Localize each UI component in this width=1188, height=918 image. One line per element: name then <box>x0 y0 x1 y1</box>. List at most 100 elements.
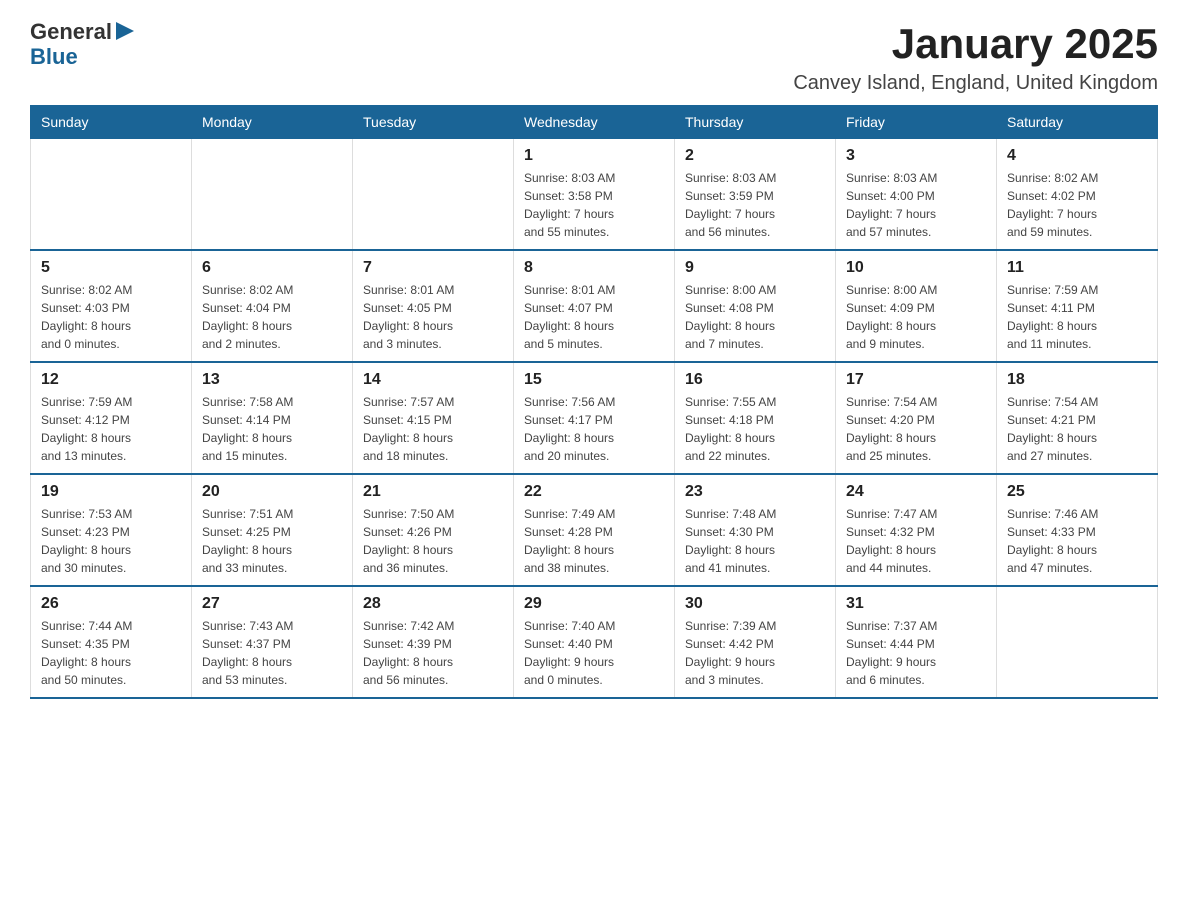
calendar-cell: 7 Sunrise: 8:01 AMSunset: 4:05 PMDaylight… <box>353 250 514 362</box>
day-number: 28 <box>363 595 503 613</box>
day-number: 15 <box>524 371 664 389</box>
calendar-cell: 29 Sunrise: 7:40 AMSunset: 4:40 PMDayligh… <box>514 586 675 698</box>
day-info: Sunrise: 8:03 AMSunset: 3:58 PMDaylight:… <box>524 169 664 241</box>
day-number: 21 <box>363 483 503 501</box>
calendar-cell: 12 Sunrise: 7:59 AMSunset: 4:12 PMDayligh… <box>31 362 192 474</box>
calendar-cell: 18Sunrise: 7:54 AMSunset: 4:21 PMDayligh… <box>997 362 1158 474</box>
calendar-cell: 23 Sunrise: 7:48 AMSunset: 4:30 PMDayligh… <box>675 474 836 586</box>
calendar-cell: 14Sunrise: 7:57 AMSunset: 4:15 PMDayligh… <box>353 362 514 474</box>
day-number: 20 <box>202 483 342 501</box>
day-number: 16 <box>685 371 825 389</box>
day-info: Sunrise: 7:40 AMSunset: 4:40 PMDaylight:… <box>524 617 664 689</box>
title-block: January 2025 Canvey Island, England, Uni… <box>793 20 1158 95</box>
logo-arrow-icon <box>116 22 134 40</box>
day-info: Sunrise: 7:53 AMSunset: 4:23 PMDaylight:… <box>41 505 181 577</box>
calendar-cell: 28Sunrise: 7:42 AMSunset: 4:39 PMDayligh… <box>353 586 514 698</box>
day-info: Sunrise: 7:54 AMSunset: 4:21 PMDaylight:… <box>1007 393 1147 465</box>
day-info: Sunrise: 7:46 AMSunset: 4:33 PMDaylight:… <box>1007 505 1147 577</box>
calendar-cell: 15 Sunrise: 7:56 AMSunset: 4:17 PMDayligh… <box>514 362 675 474</box>
day-number: 31 <box>846 595 986 613</box>
day-info: Sunrise: 7:48 AMSunset: 4:30 PMDaylight:… <box>685 505 825 577</box>
header-friday: Friday <box>836 106 997 139</box>
day-number: 24 <box>846 483 986 501</box>
calendar-cell: 8Sunrise: 8:01 AMSunset: 4:07 PMDaylight… <box>514 250 675 362</box>
day-number: 9 <box>685 259 825 277</box>
logo: General Blue <box>30 20 134 69</box>
calendar-cell: 4 Sunrise: 8:02 AMSunset: 4:02 PMDaylight… <box>997 139 1158 251</box>
calendar-header-row: SundayMondayTuesdayWednesdayThursdayFrid… <box>31 106 1158 139</box>
day-number: 23 <box>685 483 825 501</box>
calendar-cell: 30Sunrise: 7:39 AMSunset: 4:42 PMDayligh… <box>675 586 836 698</box>
week-row-4: 19Sunrise: 7:53 AMSunset: 4:23 PMDayligh… <box>31 474 1158 586</box>
header-saturday: Saturday <box>997 106 1158 139</box>
day-info: Sunrise: 7:57 AMSunset: 4:15 PMDaylight:… <box>363 393 503 465</box>
calendar-cell <box>997 586 1158 698</box>
calendar-cell: 2 Sunrise: 8:03 AMSunset: 3:59 PMDaylight… <box>675 139 836 251</box>
calendar-cell: 17 Sunrise: 7:54 AMSunset: 4:20 PMDayligh… <box>836 362 997 474</box>
calendar-cell: 3 Sunrise: 8:03 AMSunset: 4:00 PMDaylight… <box>836 139 997 251</box>
day-info: Sunrise: 7:54 AMSunset: 4:20 PMDaylight:… <box>846 393 986 465</box>
day-info: Sunrise: 7:39 AMSunset: 4:42 PMDaylight:… <box>685 617 825 689</box>
header-sunday: Sunday <box>31 106 192 139</box>
calendar-cell: 16 Sunrise: 7:55 AMSunset: 4:18 PMDayligh… <box>675 362 836 474</box>
day-number: 29 <box>524 595 664 613</box>
day-number: 3 <box>846 147 986 165</box>
main-title: January 2025 <box>793 20 1158 68</box>
day-info: Sunrise: 8:03 AMSunset: 3:59 PMDaylight:… <box>685 169 825 241</box>
day-info: Sunrise: 8:02 AMSunset: 4:03 PMDaylight:… <box>41 281 181 353</box>
day-info: Sunrise: 8:02 AMSunset: 4:04 PMDaylight:… <box>202 281 342 353</box>
calendar-cell <box>192 139 353 251</box>
day-number: 7 <box>363 259 503 277</box>
day-info: Sunrise: 7:55 AMSunset: 4:18 PMDaylight:… <box>685 393 825 465</box>
week-row-3: 12 Sunrise: 7:59 AMSunset: 4:12 PMDayligh… <box>31 362 1158 474</box>
calendar-cell: 27 Sunrise: 7:43 AMSunset: 4:37 PMDayligh… <box>192 586 353 698</box>
day-info: Sunrise: 8:01 AMSunset: 4:05 PMDaylight:… <box>363 281 503 353</box>
day-info: Sunrise: 8:01 AMSunset: 4:07 PMDaylight:… <box>524 281 664 353</box>
calendar-cell: 26 Sunrise: 7:44 AMSunset: 4:35 PMDayligh… <box>31 586 192 698</box>
day-info: Sunrise: 8:00 AMSunset: 4:08 PMDaylight:… <box>685 281 825 353</box>
calendar-cell: 13Sunrise: 7:58 AMSunset: 4:14 PMDayligh… <box>192 362 353 474</box>
day-info: Sunrise: 7:59 AMSunset: 4:12 PMDaylight:… <box>41 393 181 465</box>
calendar-cell: 5 Sunrise: 8:02 AMSunset: 4:03 PMDaylight… <box>31 250 192 362</box>
day-info: Sunrise: 7:58 AMSunset: 4:14 PMDaylight:… <box>202 393 342 465</box>
day-number: 27 <box>202 595 342 613</box>
subtitle: Canvey Island, England, United Kingdom <box>793 72 1158 95</box>
week-row-2: 5 Sunrise: 8:02 AMSunset: 4:03 PMDaylight… <box>31 250 1158 362</box>
day-number: 1 <box>524 147 664 165</box>
day-info: Sunrise: 8:00 AMSunset: 4:09 PMDaylight:… <box>846 281 986 353</box>
calendar-cell: 6 Sunrise: 8:02 AMSunset: 4:04 PMDaylight… <box>192 250 353 362</box>
calendar-cell <box>353 139 514 251</box>
calendar-cell: 11 Sunrise: 7:59 AMSunset: 4:11 PMDayligh… <box>997 250 1158 362</box>
header-thursday: Thursday <box>675 106 836 139</box>
calendar-cell: 10Sunrise: 8:00 AMSunset: 4:09 PMDayligh… <box>836 250 997 362</box>
week-row-5: 26 Sunrise: 7:44 AMSunset: 4:35 PMDayligh… <box>31 586 1158 698</box>
day-info: Sunrise: 7:43 AMSunset: 4:37 PMDaylight:… <box>202 617 342 689</box>
day-number: 5 <box>41 259 181 277</box>
day-number: 4 <box>1007 147 1147 165</box>
day-number: 2 <box>685 147 825 165</box>
day-info: Sunrise: 7:49 AMSunset: 4:28 PMDaylight:… <box>524 505 664 577</box>
day-info: Sunrise: 8:03 AMSunset: 4:00 PMDaylight:… <box>846 169 986 241</box>
calendar-cell: 22 Sunrise: 7:49 AMSunset: 4:28 PMDayligh… <box>514 474 675 586</box>
day-info: Sunrise: 7:56 AMSunset: 4:17 PMDaylight:… <box>524 393 664 465</box>
day-number: 11 <box>1007 259 1147 277</box>
day-info: Sunrise: 7:37 AMSunset: 4:44 PMDaylight:… <box>846 617 986 689</box>
calendar-cell: 25Sunrise: 7:46 AMSunset: 4:33 PMDayligh… <box>997 474 1158 586</box>
calendar-cell: 9 Sunrise: 8:00 AMSunset: 4:08 PMDaylight… <box>675 250 836 362</box>
day-number: 22 <box>524 483 664 501</box>
day-info: Sunrise: 8:02 AMSunset: 4:02 PMDaylight:… <box>1007 169 1147 241</box>
day-number: 26 <box>41 595 181 613</box>
day-number: 6 <box>202 259 342 277</box>
day-info: Sunrise: 7:50 AMSunset: 4:26 PMDaylight:… <box>363 505 503 577</box>
header-monday: Monday <box>192 106 353 139</box>
day-info: Sunrise: 7:44 AMSunset: 4:35 PMDaylight:… <box>41 617 181 689</box>
calendar-cell: 1 Sunrise: 8:03 AMSunset: 3:58 PMDaylight… <box>514 139 675 251</box>
calendar-cell: 21 Sunrise: 7:50 AMSunset: 4:26 PMDayligh… <box>353 474 514 586</box>
day-number: 12 <box>41 371 181 389</box>
calendar-cell: 31 Sunrise: 7:37 AMSunset: 4:44 PMDayligh… <box>836 586 997 698</box>
day-info: Sunrise: 7:51 AMSunset: 4:25 PMDaylight:… <box>202 505 342 577</box>
header-tuesday: Tuesday <box>353 106 514 139</box>
day-number: 17 <box>846 371 986 389</box>
page-header: General Blue January 2025 Canvey Island,… <box>30 20 1158 95</box>
day-info: Sunrise: 7:59 AMSunset: 4:11 PMDaylight:… <box>1007 281 1147 353</box>
